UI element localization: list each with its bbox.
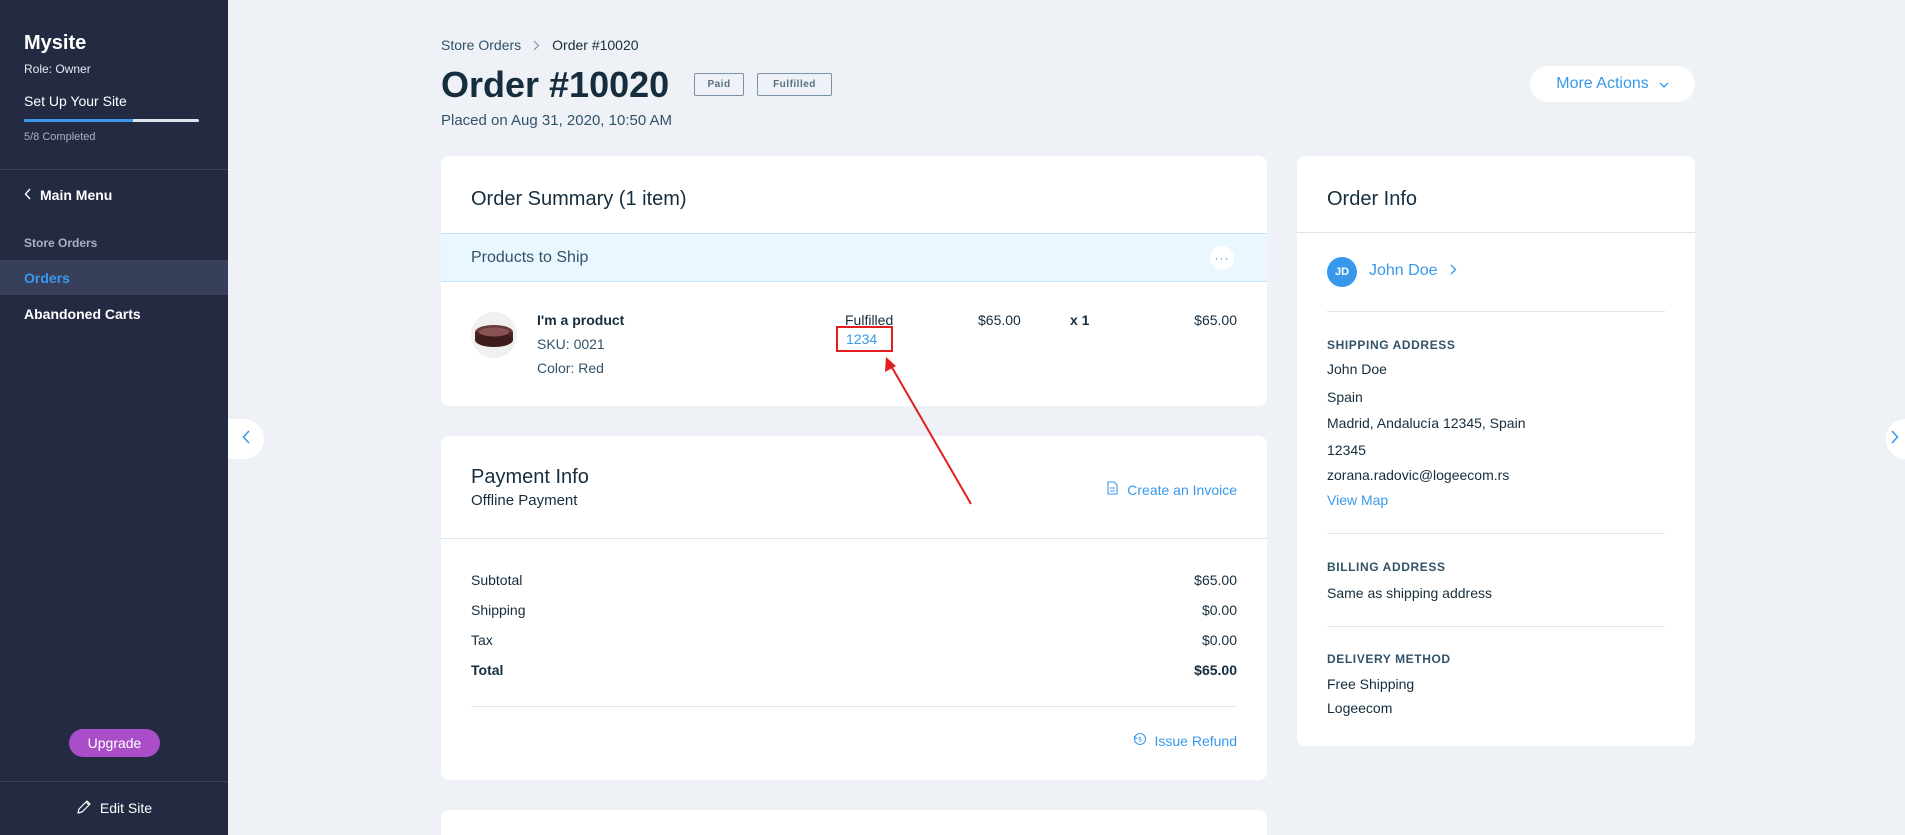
payment-row-label: Subtotal <box>471 572 523 588</box>
sidebar-item-label: Abandoned Carts <box>24 305 141 322</box>
payment-row-value: $0.00 <box>1201 632 1237 648</box>
shipping-address-line: Spain <box>1327 389 1363 405</box>
breadcrumb: Store Orders Order #10020 <box>441 37 639 53</box>
create-invoice-button[interactable]: Create an Invoice <box>1105 481 1237 498</box>
sidebar-item-label: Orders <box>24 269 70 286</box>
order-info-card: Order Info JD John Doe SHIPPING ADDRESS … <box>1297 156 1695 746</box>
refund-icon: $ <box>1133 732 1147 749</box>
product-name: I'm a product <box>537 312 625 328</box>
product-total: $65.00 <box>1194 312 1237 328</box>
delivery-method-heading: DELIVERY METHOD <box>1327 652 1451 666</box>
shipping-address-heading: SHIPPING ADDRESS <box>1327 338 1456 352</box>
info-divider <box>1327 626 1665 627</box>
invoice-icon <box>1105 481 1119 498</box>
shipping-address-line: 12345 <box>1327 442 1366 458</box>
billing-address-text: Same as shipping address <box>1327 585 1492 601</box>
setup-completed-count: 5/8 Completed <box>24 131 96 143</box>
next-order-button[interactable] <box>1886 419 1905 459</box>
order-info-title: Order Info <box>1327 188 1418 210</box>
product-quantity: x 1 <box>1070 312 1090 328</box>
setup-site-link[interactable]: Set Up Your Site <box>24 93 127 109</box>
status-badge-fulfilled: Fulfilled <box>757 73 832 96</box>
payment-method: Offline Payment <box>471 492 578 509</box>
customer-link[interactable]: John Doe <box>1369 262 1457 280</box>
payment-row-shipping: Shipping $0.00 <box>471 602 1237 618</box>
breadcrumb-store-orders[interactable]: Store Orders <box>441 37 521 53</box>
setup-progress-bar <box>24 119 199 122</box>
info-divider <box>1327 533 1665 534</box>
chevron-right-icon <box>1450 262 1457 280</box>
sidebar-section-store-orders: Store Orders <box>24 236 98 250</box>
delivery-method-line: Free Shipping <box>1327 676 1415 692</box>
chevron-down-icon <box>1659 75 1669 93</box>
user-role: Role: Owner <box>24 62 91 76</box>
previous-order-button[interactable] <box>228 419 264 459</box>
additional-card <box>441 810 1267 835</box>
breadcrumb-current: Order #10020 <box>552 37 639 53</box>
product-thumbnail <box>471 312 517 358</box>
sidebar: Mysite Role: Owner Set Up Your Site 5/8 … <box>0 0 228 835</box>
payment-row-value: $0.00 <box>1201 602 1237 618</box>
payment-info-title: Payment Info <box>471 466 589 488</box>
payment-row-value: $65.00 <box>1194 662 1237 678</box>
tracking-number-link[interactable]: 1234 <box>836 326 893 352</box>
payment-row-value: $65.00 <box>1194 572 1237 588</box>
sidebar-item-orders[interactable]: Orders <box>0 260 228 295</box>
site-name: Mysite <box>24 32 87 54</box>
status-badge-paid: Paid <box>694 73 744 96</box>
chevron-right-icon <box>533 40 540 51</box>
payment-divider <box>441 538 1267 539</box>
products-to-ship-bar: Products to Ship ··· <box>441 233 1267 282</box>
more-actions-button[interactable]: More Actions <box>1530 66 1695 102</box>
issue-refund-button[interactable]: $ Issue Refund <box>1133 732 1238 749</box>
main-menu-back-button[interactable]: Main Menu <box>24 187 112 203</box>
payment-row-label: Shipping <box>471 602 526 618</box>
chevron-left-icon <box>24 187 32 203</box>
page-title: Order #10020 <box>441 64 670 105</box>
svg-text:$: $ <box>1137 736 1141 744</box>
billing-address-heading: BILLING ADDRESS <box>1327 560 1446 574</box>
pencil-icon <box>76 799 92 818</box>
product-price: $65.00 <box>978 312 1021 328</box>
delivery-carrier-line: Logeecom <box>1327 700 1393 716</box>
info-divider <box>1297 232 1695 233</box>
order-summary-card: Order Summary (1 item) Products to Ship … <box>441 156 1267 406</box>
payment-row-total: Total $65.00 <box>471 662 1237 678</box>
shipping-email: zorana.radovic@logeecom.rs <box>1327 467 1510 483</box>
order-summary-title: Order Summary (1 item) <box>471 188 687 210</box>
edit-site-button[interactable]: Edit Site <box>0 781 228 835</box>
view-map-link[interactable]: View Map <box>1327 492 1388 508</box>
issue-refund-label: Issue Refund <box>1154 732 1238 749</box>
main-menu-label: Main Menu <box>40 187 113 203</box>
sidebar-item-abandoned-carts[interactable]: Abandoned Carts <box>0 296 228 331</box>
payment-row-label: Tax <box>471 632 493 648</box>
avatar: JD <box>1327 257 1357 287</box>
product-sku: SKU: 0021 <box>537 336 605 352</box>
product-color: Color: Red <box>537 360 604 376</box>
shipping-address-line: John Doe <box>1327 361 1387 377</box>
payment-row-subtotal: Subtotal $65.00 <box>471 572 1237 588</box>
more-actions-label: More Actions <box>1556 75 1649 92</box>
edit-site-label: Edit Site <box>99 800 153 816</box>
setup-progress-fill <box>24 119 134 122</box>
products-to-ship-label: Products to Ship <box>471 249 589 266</box>
payment-row-tax: Tax $0.00 <box>471 632 1237 648</box>
payment-divider <box>471 706 1237 707</box>
sidebar-divider <box>0 169 228 170</box>
chevron-right-icon <box>1891 429 1899 449</box>
order-placed-date: Placed on Aug 31, 2020, 10:50 AM <box>441 112 673 129</box>
upgrade-button[interactable]: Upgrade <box>69 729 160 757</box>
customer-name: John Doe <box>1369 262 1438 279</box>
chevron-left-icon <box>242 429 250 449</box>
payment-row-label: Total <box>471 662 504 678</box>
payment-info-card: Payment Info Offline Payment Create an I… <box>441 436 1267 780</box>
info-divider <box>1327 311 1665 312</box>
shipping-address-line: Madrid, Andalucía 12345, Spain <box>1327 415 1526 431</box>
more-dots-icon[interactable]: ··· <box>1210 246 1234 270</box>
create-invoice-label: Create an Invoice <box>1127 481 1237 498</box>
